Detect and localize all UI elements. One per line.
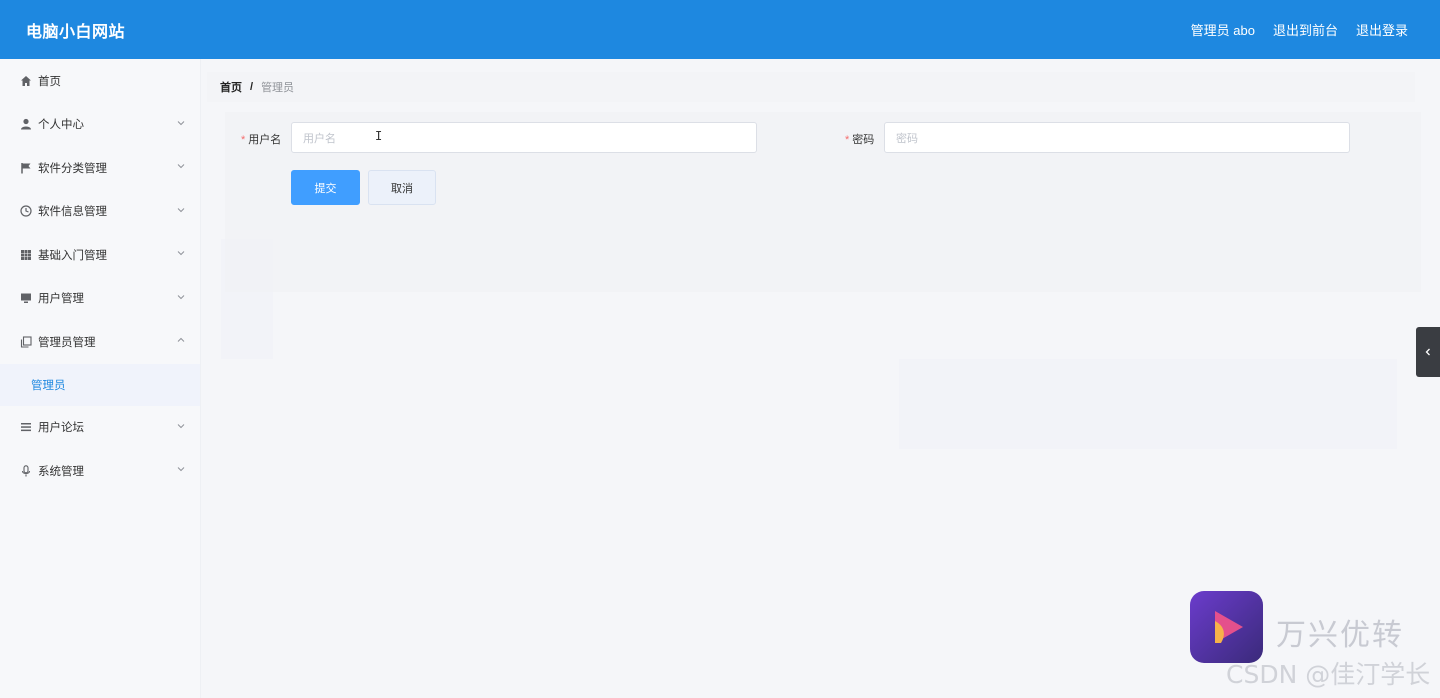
- sidebar-item-personal-center[interactable]: 个人中心: [0, 103, 200, 147]
- username-placeholder: 用户名: [303, 132, 336, 145]
- sidebar-item-label: 软件分类管理: [38, 162, 107, 175]
- chevron-down-icon: [177, 164, 185, 169]
- home-icon: [19, 74, 32, 87]
- breadcrumb-home[interactable]: 首页: [220, 79, 242, 95]
- cancel-button[interactable]: 取消: [368, 170, 436, 205]
- breadcrumb: 首页 / 管理员: [207, 72, 1415, 102]
- watermark-logo: [1190, 591, 1263, 663]
- flag-icon: [19, 161, 32, 174]
- exit-to-front-link[interactable]: 退出到前台: [1273, 20, 1338, 39]
- grid-icon: [19, 248, 32, 261]
- chevron-down-icon: [177, 251, 185, 256]
- sidebar-item-label: 基础入门管理: [38, 249, 107, 262]
- admin-user-label: 管理员 abo: [1190, 23, 1255, 38]
- top-navbar: 电脑小白网站 管理员 abo 退出到前台 退出登录: [0, 0, 1440, 59]
- submit-button[interactable]: 提交: [291, 170, 360, 205]
- chevron-left-icon: [1425, 348, 1430, 356]
- breadcrumb-separator: /: [250, 81, 254, 93]
- collapse-panel-button[interactable]: [1416, 327, 1440, 377]
- chevron-down-icon: [177, 423, 185, 428]
- header-actions: 管理员 abo 退出到前台 退出登录: [1191, 20, 1408, 39]
- background-ghost: [899, 359, 1397, 449]
- sidebar-menu: 首页 个人中心 软件分类管理 软件信息管理 基础入门管理 用户管理 管理员管理 …: [0, 59, 201, 698]
- sidebar-item-label: 首页: [38, 75, 61, 88]
- required-mark: *: [845, 134, 850, 146]
- microphone-icon: [19, 464, 32, 477]
- sidebar-subitem-admin[interactable]: 管理员: [0, 363, 200, 406]
- sidebar-item-system[interactable]: 系统管理: [0, 449, 200, 493]
- password-label-text: 密码: [852, 134, 875, 146]
- password-input[interactable]: 密码: [884, 122, 1350, 153]
- sidebar-item-label: 用户论坛: [38, 422, 84, 435]
- monitor-icon: [19, 292, 32, 305]
- chevron-down-icon: [177, 294, 185, 299]
- watermark-csdn: CSDN @佳汀学长: [1226, 660, 1431, 689]
- password-placeholder: 密码: [896, 132, 918, 145]
- sidebar-item-label: 用户管理: [38, 293, 84, 306]
- sidebar-item-software-category[interactable]: 软件分类管理: [0, 146, 200, 190]
- copy-icon: [19, 335, 32, 348]
- chevron-down-icon: [177, 120, 185, 125]
- watermark-brand: 万兴优转: [1276, 618, 1404, 653]
- sidebar-item-label: 系统管理: [38, 465, 84, 478]
- background-ghost: [221, 239, 273, 359]
- chevron-up-icon: [177, 337, 185, 342]
- sidebar-item-software-info[interactable]: 软件信息管理: [0, 190, 200, 234]
- sidebar-item-admin-management[interactable]: 管理员管理: [0, 320, 200, 364]
- username-label-text: 用户名: [248, 134, 282, 146]
- text-cursor-icon: I: [375, 129, 383, 143]
- play-logo-icon: [1214, 611, 1243, 643]
- password-label: * 密码: [845, 131, 874, 147]
- sidebar-item-label: 个人中心: [38, 119, 84, 132]
- clock-icon: [19, 205, 32, 218]
- required-mark: *: [241, 134, 246, 146]
- sidebar-item-label: 软件信息管理: [38, 206, 107, 219]
- logout-link[interactable]: 退出登录: [1356, 20, 1408, 39]
- sidebar-item-forum[interactable]: 用户论坛: [0, 406, 200, 450]
- breadcrumb-current: 管理员: [261, 82, 295, 94]
- username-input[interactable]: 用户名: [291, 122, 757, 153]
- sidebar-item-users[interactable]: 用户管理: [0, 277, 200, 321]
- sidebar-item-label: 管理员管理: [38, 336, 96, 349]
- sidebar-item-home[interactable]: 首页: [0, 59, 200, 103]
- username-label: * 用户名: [241, 131, 281, 147]
- site-brand: 电脑小白网站: [26, 24, 126, 41]
- list-icon: [19, 421, 32, 434]
- sidebar-item-basics[interactable]: 基础入门管理: [0, 233, 200, 277]
- chevron-down-icon: [177, 467, 185, 472]
- admin-form: * 用户名 用户名 I * 密码 密码 提交 取消: [225, 112, 1421, 292]
- user-icon: [19, 118, 32, 131]
- chevron-down-icon: [177, 207, 185, 212]
